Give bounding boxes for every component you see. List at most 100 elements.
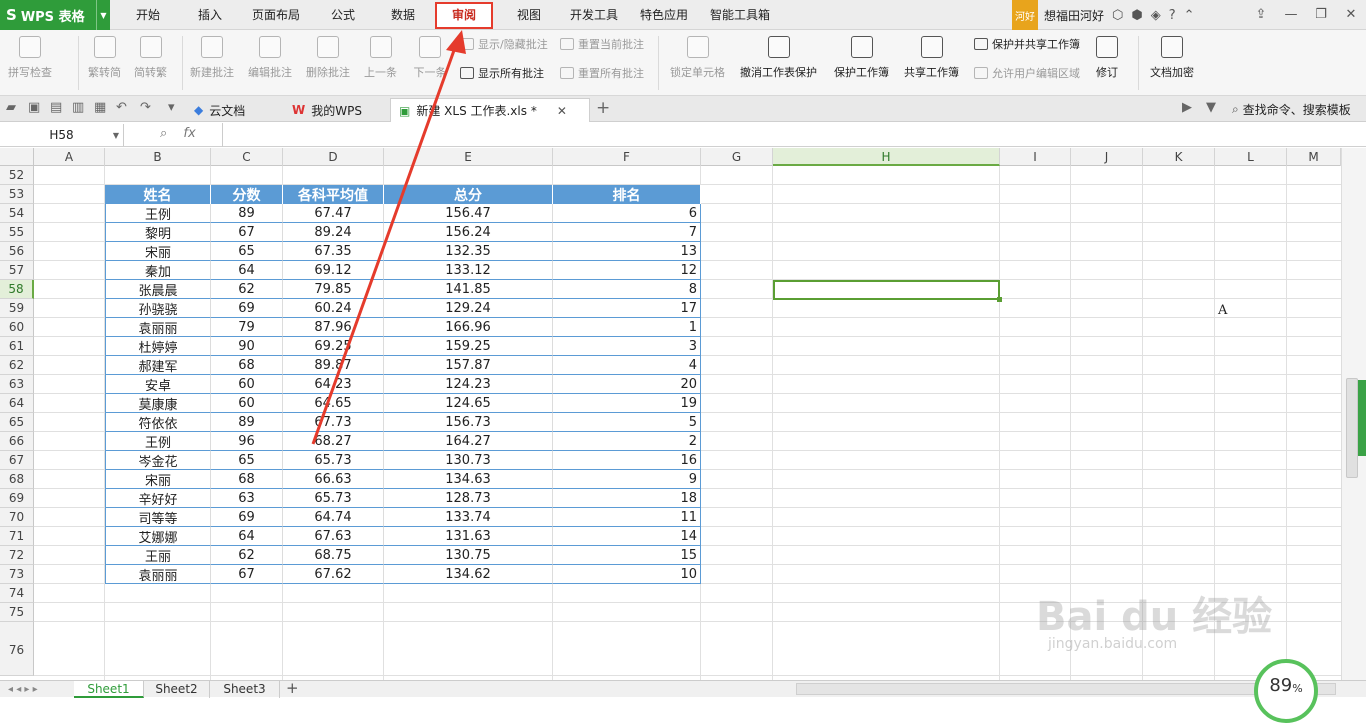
row-header-71[interactable]: 71 xyxy=(0,527,34,546)
table-cell[interactable]: 60 xyxy=(211,375,283,394)
name-box[interactable]: H58 ▼ xyxy=(0,124,124,146)
table-cell[interactable]: 艾娜娜 xyxy=(105,527,211,546)
edit-comment-button[interactable]: 编辑批注 xyxy=(248,36,292,80)
table-cell[interactable]: 133.74 xyxy=(384,508,553,527)
encrypt-document-button[interactable]: 文档加密 xyxy=(1150,36,1194,80)
table-cell[interactable]: 莫康康 xyxy=(105,394,211,413)
table-cell[interactable]: 67.35 xyxy=(283,242,384,261)
table-cell[interactable]: 79.85 xyxy=(283,280,384,299)
column-header-B[interactable]: B xyxy=(105,148,211,166)
help-icon[interactable]: ? xyxy=(1169,8,1176,23)
new-tab-icon[interactable]: + xyxy=(596,98,610,118)
share-workbook-button[interactable]: 共享工作簿 xyxy=(904,36,959,80)
table-cell[interactable]: 131.63 xyxy=(384,527,553,546)
table-cell[interactable]: 袁丽丽 xyxy=(105,565,211,584)
table-cell[interactable]: 黎明 xyxy=(105,223,211,242)
table-cell[interactable]: 7 xyxy=(553,223,701,242)
row-header-52[interactable]: 52 xyxy=(0,166,34,185)
table-cell[interactable]: 杜婷婷 xyxy=(105,337,211,356)
next-comment-button[interactable]: 下一条 xyxy=(412,36,448,80)
column-header-L[interactable]: L xyxy=(1215,148,1287,166)
table-cell[interactable]: 64.23 xyxy=(283,375,384,394)
delete-comment-button[interactable]: 删除批注 xyxy=(306,36,350,80)
table-cell[interactable]: 64.65 xyxy=(283,394,384,413)
cell-L59[interactable]: A xyxy=(1218,301,1227,320)
table-cell[interactable]: 64 xyxy=(211,527,283,546)
table-cell[interactable]: 156.47 xyxy=(384,204,553,223)
column-header-I[interactable]: I xyxy=(1000,148,1071,166)
show-all-comments-button[interactable]: 显示所有批注 xyxy=(460,65,544,81)
table-cell[interactable]: 89.24 xyxy=(283,223,384,242)
table-cell[interactable]: 64.74 xyxy=(283,508,384,527)
table-cell[interactable]: 156.24 xyxy=(384,223,553,242)
table-cell[interactable]: 134.63 xyxy=(384,470,553,489)
table-cell[interactable]: 1 xyxy=(553,318,701,337)
save-icon[interactable]: ▣ xyxy=(28,100,40,115)
row-header-58[interactable]: 58 xyxy=(0,280,34,299)
pdf-icon[interactable]: ▤ xyxy=(50,100,62,115)
fill-handle[interactable] xyxy=(997,297,1002,302)
user-name[interactable]: 想福田河好 xyxy=(1038,7,1104,24)
row-header-69[interactable]: 69 xyxy=(0,489,34,508)
table-cell[interactable]: 68 xyxy=(211,356,283,375)
table-cell[interactable]: 袁丽丽 xyxy=(105,318,211,337)
row-header-53[interactable]: 53 xyxy=(0,185,34,204)
table-cell[interactable]: 王丽 xyxy=(105,546,211,565)
table-cell[interactable]: 79 xyxy=(211,318,283,337)
table-cell[interactable]: 宋丽 xyxy=(105,242,211,261)
table-cell[interactable]: 67 xyxy=(211,223,283,242)
reset-all-comments-button[interactable]: 重置所有批注 xyxy=(560,65,644,81)
table-cell[interactable]: 65 xyxy=(211,451,283,470)
allow-edit-ranges-button[interactable]: 允许用户编辑区域 xyxy=(974,65,1080,81)
protect-and-share-button[interactable]: 保护并共享工作簿 xyxy=(974,36,1080,52)
minimize-icon[interactable]: — xyxy=(1276,0,1306,30)
table-cell[interactable]: 12 xyxy=(553,261,701,280)
table-cell[interactable]: 156.73 xyxy=(384,413,553,432)
quick-access-menu-icon[interactable]: ▾ xyxy=(168,100,175,115)
table-cell[interactable]: 96 xyxy=(211,432,283,451)
sheet-tab-1[interactable]: Sheet1 xyxy=(74,681,144,698)
column-header-J[interactable]: J xyxy=(1071,148,1143,166)
row-header-54[interactable]: 54 xyxy=(0,204,34,223)
table-cell[interactable]: 67.62 xyxy=(283,565,384,584)
table-cell[interactable]: 130.75 xyxy=(384,546,553,565)
table-cell[interactable]: 62 xyxy=(211,546,283,565)
column-header-K[interactable]: K xyxy=(1143,148,1215,166)
table-cell[interactable]: 王例 xyxy=(105,432,211,451)
table-cell[interactable]: 9 xyxy=(553,470,701,489)
restore-icon[interactable]: ❐ xyxy=(1306,0,1336,30)
table-cell[interactable]: 124.65 xyxy=(384,394,553,413)
column-header-M[interactable]: M xyxy=(1287,148,1341,166)
table-cell[interactable]: 13 xyxy=(553,242,701,261)
table-cell[interactable]: 90 xyxy=(211,337,283,356)
add-sheet-icon[interactable]: + xyxy=(286,679,299,697)
table-cell[interactable]: 133.12 xyxy=(384,261,553,280)
formula-input[interactable] xyxy=(224,124,1364,146)
table-cell[interactable]: 辛好好 xyxy=(105,489,211,508)
table-cell[interactable]: 166.96 xyxy=(384,318,553,337)
avatar[interactable]: 河好 xyxy=(1012,0,1038,30)
menu-review[interactable]: 审阅 xyxy=(435,2,493,29)
table-cell[interactable]: 67.63 xyxy=(283,527,384,546)
table-cell[interactable]: 4 xyxy=(553,356,701,375)
row-header-75[interactable]: 75 xyxy=(0,603,34,622)
print-preview-icon[interactable]: ▦ xyxy=(94,100,106,115)
table-cell[interactable]: 64 xyxy=(211,261,283,280)
column-header-G[interactable]: G xyxy=(701,148,773,166)
column-header-D[interactable]: D xyxy=(283,148,384,166)
menu-developer[interactable]: 开发工具 xyxy=(564,0,624,30)
sheet-tab-3[interactable]: Sheet3 xyxy=(210,681,280,698)
row-header-59[interactable]: 59 xyxy=(0,299,34,318)
shield-icon[interactable]: ⬢ xyxy=(1131,8,1142,23)
redo-icon[interactable]: ↷ xyxy=(140,100,151,115)
table-cell[interactable]: 65.73 xyxy=(283,489,384,508)
table-cell[interactable]: 3 xyxy=(553,337,701,356)
close-tab-icon[interactable]: ✕ xyxy=(557,104,567,118)
table-cell[interactable]: 张晨晨 xyxy=(105,280,211,299)
unprotect-sheet-button[interactable]: 撤消工作表保护 xyxy=(740,36,817,80)
column-header-E[interactable]: E xyxy=(384,148,553,166)
table-cell[interactable]: 岑金花 xyxy=(105,451,211,470)
close-icon[interactable]: ✕ xyxy=(1336,0,1366,30)
table-cell[interactable]: 129.24 xyxy=(384,299,553,318)
table-cell[interactable]: 124.23 xyxy=(384,375,553,394)
